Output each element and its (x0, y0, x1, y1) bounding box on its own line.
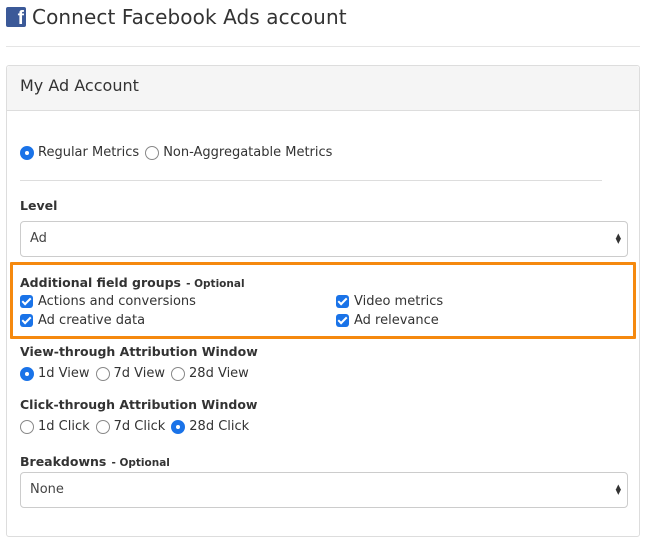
radio-label: 1d Click (38, 419, 90, 434)
radio-button-selected[interactable] (171, 419, 186, 434)
radio-label: 28d Click (189, 419, 250, 434)
field-groups-label: Additional field groups - Optional (20, 272, 245, 291)
field-groups-title: Additional field groups (20, 275, 181, 290)
radio-28d-view[interactable]: 28d View (171, 366, 249, 381)
radio-label: 28d View (189, 366, 249, 381)
panel-title: My Ad Account (7, 66, 639, 111)
checkbox-ad-relevance[interactable]: Ad relevance (336, 313, 439, 328)
checkbox-label: Ad relevance (354, 313, 439, 328)
radio-button[interactable] (95, 366, 110, 381)
radio-non-aggregatable-metrics[interactable]: Non-Aggregatable Metrics (145, 145, 332, 160)
checkbox-label: Video metrics (354, 294, 444, 309)
breakdowns-label: Breakdowns - Optional (20, 451, 170, 470)
optional-tag: - Optional (111, 457, 170, 469)
radio-button-selected[interactable] (20, 366, 34, 381)
radio-7d-click[interactable]: 7d Click (95, 419, 166, 434)
view-through-group: 1d View 7d View 28d View (20, 366, 255, 381)
radio-regular-metrics[interactable]: Regular Metrics (20, 145, 139, 160)
radio-label: 7d View (113, 366, 166, 381)
radio-1d-view[interactable]: 1d View (20, 366, 90, 381)
radio-label: Regular Metrics (38, 145, 140, 160)
checkbox-checked[interactable] (20, 295, 33, 308)
checkbox-label: Ad creative data (38, 313, 146, 328)
page-header: f Connect Facebook Ads account (6, 5, 347, 29)
checkbox-video-metrics[interactable]: Video metrics (336, 294, 443, 309)
level-label: Level (20, 198, 58, 213)
checkbox-checked[interactable] (20, 314, 33, 327)
checkbox-label: Actions and conversions (38, 294, 196, 309)
header-divider (6, 46, 640, 47)
radio-label: 1d View (38, 366, 90, 381)
radio-28d-click[interactable]: 28d Click (171, 419, 249, 434)
radio-button[interactable] (20, 419, 34, 434)
checkbox-actions-and-conversions[interactable]: Actions and conversions (20, 294, 196, 309)
radio-button[interactable] (145, 145, 160, 160)
radio-button[interactable] (171, 366, 186, 381)
select-caret-icon: ▲ ▼ (615, 232, 621, 245)
click-through-label: Click-through Attribution Window (20, 397, 258, 412)
metric-type-group: Regular Metrics Non-Aggregatable Metrics (20, 145, 338, 160)
checkbox-checked[interactable] (336, 295, 349, 308)
view-through-label: View-through Attribution Window (20, 344, 258, 359)
divider (20, 180, 602, 181)
optional-tag: - Optional (186, 278, 245, 290)
select-caret-icon: ▲ ▼ (615, 483, 621, 496)
checkbox-checked[interactable] (336, 314, 349, 327)
checkbox-ad-creative-data[interactable]: Ad creative data (20, 313, 145, 328)
facebook-icon: f (6, 7, 26, 27)
click-through-group: 1d Click 7d Click 28d Click (20, 419, 255, 434)
breakdowns-select[interactable]: None ▲ ▼ (20, 472, 628, 508)
radio-label: Non-Aggregatable Metrics (163, 145, 333, 160)
page-title: Connect Facebook Ads account (32, 5, 347, 29)
breakdowns-select-value: None (30, 482, 64, 497)
radio-button-selected[interactable] (20, 145, 34, 160)
level-select[interactable]: Ad ▲ ▼ (20, 221, 628, 257)
breakdowns-title: Breakdowns (20, 454, 107, 469)
radio-7d-view[interactable]: 7d View (95, 366, 166, 381)
radio-button[interactable] (95, 419, 110, 434)
ad-account-panel: My Ad Account Regular Metrics Non-Aggreg… (6, 65, 640, 537)
level-select-value: Ad (30, 231, 47, 246)
radio-label: 7d Click (113, 419, 166, 434)
radio-1d-click[interactable]: 1d Click (20, 419, 90, 434)
